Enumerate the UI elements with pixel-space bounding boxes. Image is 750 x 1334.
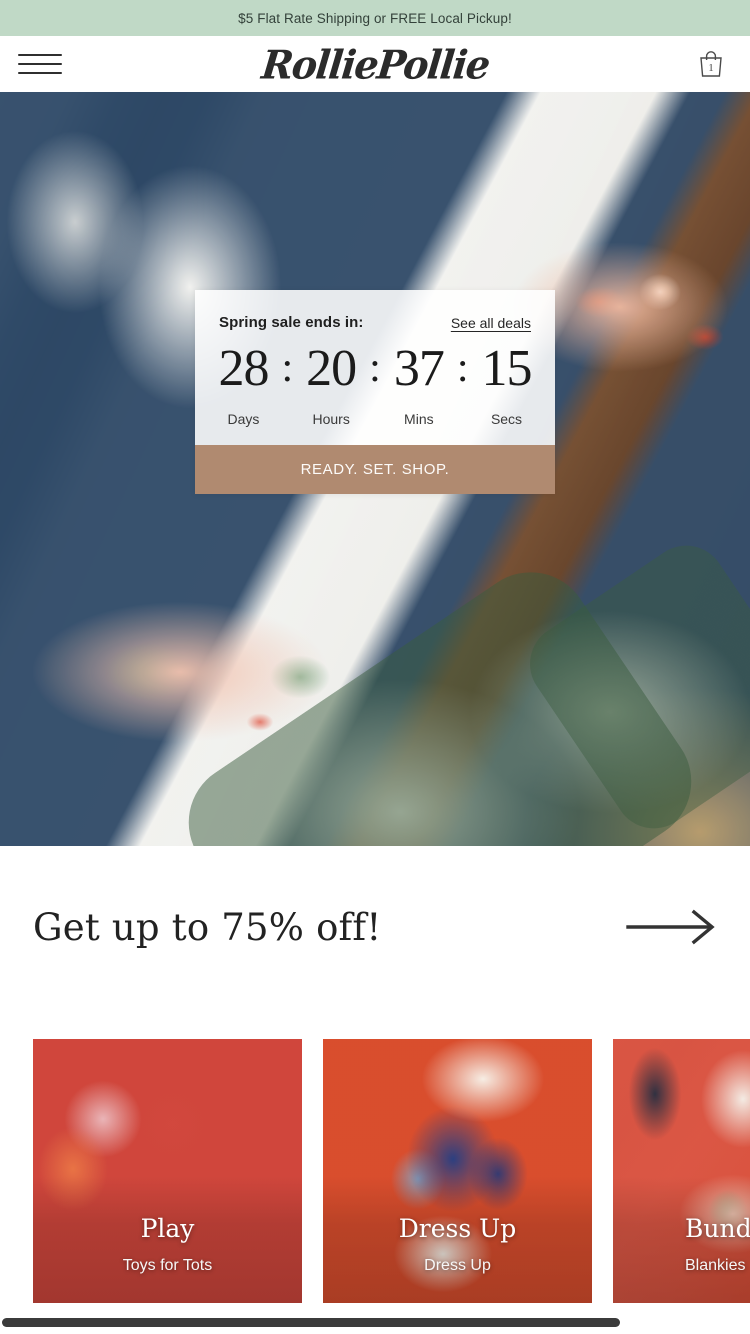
countdown-value-hours: 20 — [306, 340, 357, 397]
category-carousel[interactable]: Play Toys for Tots Dress Up Dress Up Bun… — [0, 1039, 750, 1303]
arrow-right-icon — [626, 909, 715, 945]
hamburger-line — [18, 63, 62, 65]
hamburger-line — [18, 54, 62, 56]
horizontal-scrollbar-track[interactable] — [0, 1312, 750, 1334]
countdown-separator: : — [281, 345, 294, 391]
cart-button[interactable]: 1 — [690, 43, 732, 85]
category-title: Play — [140, 1214, 195, 1243]
countdown-unit-secs: 15 Secs — [471, 340, 543, 428]
category-caption: Bundle Up Blankies — [613, 1214, 750, 1275]
countdown-separator: : — [369, 345, 381, 391]
announcement-bar: $5 Flat Rate Shipping or FREE Local Pick… — [0, 0, 750, 36]
countdown-card: Spring sale ends in: See all deals 28 Da… — [195, 290, 555, 494]
countdown-value-days: 28 — [218, 340, 269, 397]
promo-row: Get up to 75% off! — [0, 846, 750, 1008]
site-logo: RolliePollie — [0, 36, 750, 92]
category-caption: Play Toys for Tots — [33, 1214, 302, 1275]
horizontal-scrollbar-thumb[interactable] — [2, 1318, 620, 1327]
announcement-text: $5 Flat Rate Shipping or FREE Local Pick… — [238, 10, 512, 26]
countdown-unit-days: 28 Days — [207, 340, 279, 428]
ready-set-shop-button[interactable]: READY. SET. SHOP. — [195, 445, 555, 494]
cart-count-badge: 1 — [708, 62, 714, 74]
category-subtitle: Blankies — [685, 1257, 746, 1274]
category-card-play[interactable]: Play Toys for Tots — [33, 1039, 302, 1303]
promo-title: Get up to 75% off! — [33, 905, 382, 949]
hamburger-menu-icon[interactable] — [18, 47, 64, 81]
countdown-header: Spring sale ends in: See all deals — [195, 290, 555, 337]
hamburger-line — [18, 72, 62, 74]
category-title: Bundle Up — [685, 1214, 750, 1243]
page-root: $5 Flat Rate Shipping or FREE Local Pick… — [0, 0, 750, 1334]
countdown-value-mins: 37 — [393, 340, 445, 397]
countdown-value-secs: 15 — [481, 340, 533, 397]
countdown-label-hours: Hours — [312, 411, 350, 427]
countdown-separator: : — [456, 345, 469, 391]
category-card-bundle-up[interactable]: Bundle Up Blankies — [613, 1039, 750, 1303]
category-caption: Dress Up Dress Up — [323, 1214, 592, 1275]
hero-banner[interactable]: Spring sale ends in: See all deals 28 Da… — [0, 92, 750, 846]
countdown-label-mins: Mins — [404, 411, 434, 427]
countdown-unit-mins: 37 Mins — [383, 340, 455, 428]
countdown-label-days: Days — [227, 411, 260, 427]
site-header: RolliePollie 1 — [0, 36, 750, 92]
countdown-title: Spring sale ends in: — [219, 314, 364, 331]
countdown-unit-hours: 20 Hours — [295, 340, 367, 428]
category-subtitle: Toys for Tots — [122, 1257, 213, 1274]
logo-text[interactable]: RolliePollie — [259, 41, 491, 88]
category-card-dress-up[interactable]: Dress Up Dress Up — [323, 1039, 592, 1303]
see-all-deals-link[interactable]: See all deals — [451, 315, 531, 331]
promo-next-button[interactable] — [622, 905, 718, 949]
countdown-label-secs: Secs — [490, 411, 523, 427]
countdown-clock: 28 Days : 20 Hours : 37 Mins : 15 Secs — [195, 337, 555, 428]
category-title: Dress Up — [398, 1214, 517, 1243]
category-subtitle: Dress Up — [424, 1257, 491, 1274]
